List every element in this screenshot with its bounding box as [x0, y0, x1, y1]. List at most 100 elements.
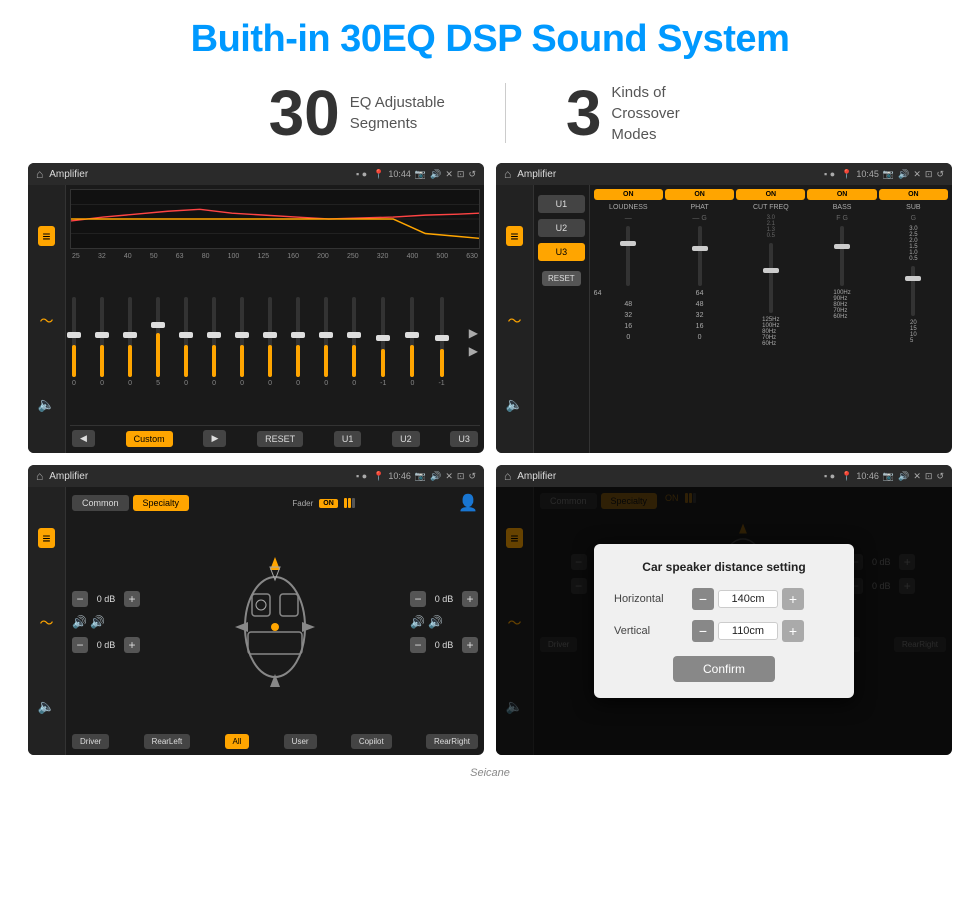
cutfreq-slider[interactable] — [769, 243, 773, 313]
specialty-tab[interactable]: Specialty — [133, 495, 190, 511]
time-2: 10:45 — [856, 169, 879, 179]
vol-rl-minus[interactable]: − — [72, 637, 88, 653]
location-icon-4: 📍 — [841, 471, 852, 482]
phat-slider[interactable] — [698, 226, 702, 286]
slider-3[interactable]: 0 — [128, 297, 132, 387]
u1-button[interactable]: U1 — [334, 431, 362, 447]
loudness-slider[interactable] — [626, 226, 630, 286]
wave-icon-3[interactable]: 〜 — [40, 613, 54, 633]
close-icon-3[interactable]: ✕ — [445, 471, 453, 482]
horizontal-plus[interactable]: + — [782, 588, 804, 610]
reset-button-2[interactable]: RESET — [542, 271, 581, 286]
loudness-on[interactable]: ON — [594, 189, 663, 200]
slider-9[interactable]: 0 — [296, 297, 300, 387]
eq-labels: 25 32 40 50 63 80 100 125 160 200 250 32… — [70, 253, 480, 260]
slider-1[interactable]: 0 — [72, 297, 76, 387]
eq-main: 25 32 40 50 63 80 100 125 160 200 250 32… — [66, 185, 484, 453]
back-icon-3[interactable]: ↺ — [468, 471, 476, 482]
camera-icon-2: 📷 — [883, 169, 894, 180]
sub-slider[interactable] — [911, 266, 915, 316]
phat-on[interactable]: ON — [665, 189, 734, 200]
play-button[interactable]: ▶ — [203, 430, 226, 447]
slider-2[interactable]: 0 — [100, 297, 104, 387]
slider-10[interactable]: 0 — [324, 297, 328, 387]
bass-slider[interactable] — [840, 226, 844, 286]
slider-8[interactable]: 0 — [268, 297, 272, 387]
copilot-btn[interactable]: Copilot — [351, 734, 392, 749]
driver-btn[interactable]: Driver — [72, 734, 109, 749]
eq-icon-2[interactable]: ≡ — [506, 226, 522, 246]
vol-fr-minus[interactable]: − — [410, 591, 426, 607]
slider-4[interactable]: 5 — [156, 297, 160, 387]
cutfreq-on[interactable]: ON — [736, 189, 805, 200]
sp-tabs: Common Specialty — [72, 495, 189, 511]
custom-button[interactable]: Custom — [126, 431, 173, 447]
bass-on[interactable]: ON — [807, 189, 876, 200]
fader-on-button[interactable]: ON — [319, 499, 338, 508]
vol-fr-plus[interactable]: + — [462, 591, 478, 607]
s3-icons: ▪ ● — [356, 471, 367, 481]
eq-icon[interactable]: ≡ — [38, 226, 54, 246]
vol-rl-plus[interactable]: + — [124, 637, 140, 653]
slider-13[interactable]: 0 — [410, 297, 414, 387]
back-icon-1[interactable]: ↺ — [468, 169, 476, 180]
close-icon-1[interactable]: ✕ — [445, 169, 453, 180]
confirm-button[interactable]: Confirm — [673, 656, 775, 682]
slider-5[interactable]: 0 — [184, 297, 188, 387]
slider-11[interactable]: 0 — [352, 297, 356, 387]
screen4-content: ≡ 〜 🔈 Common Specialty ON — [496, 487, 952, 755]
vertical-minus[interactable]: − — [692, 620, 714, 642]
volume-icon-3: 🔊 — [430, 471, 441, 482]
u3-preset[interactable]: U3 — [538, 243, 585, 261]
u2-button[interactable]: U2 — [392, 431, 420, 447]
close-icon-4[interactable]: ✕ — [913, 471, 921, 482]
screen1-title: Amplifier — [49, 169, 350, 180]
sp-top-row: Common Specialty Fader ON 👤 — [72, 493, 478, 513]
horizontal-minus[interactable]: − — [692, 588, 714, 610]
home-icon-2[interactable]: ⌂ — [504, 167, 511, 181]
back-icon-4[interactable]: ↺ — [936, 471, 944, 482]
home-icon-4[interactable]: ⌂ — [504, 469, 511, 483]
window-icon-4[interactable]: ⊡ — [925, 471, 933, 482]
slider-7[interactable]: 0 — [240, 297, 244, 387]
screen3-title: Amplifier — [49, 471, 350, 482]
rearleft-btn[interactable]: RearLeft — [144, 734, 191, 749]
u1-preset[interactable]: U1 — [538, 195, 585, 213]
cutfreq-label: CUT FREQ — [753, 204, 789, 211]
vol-rr-minus[interactable]: − — [410, 637, 426, 653]
speaker-icon-3[interactable]: 🔈 — [38, 698, 55, 715]
crossover-number: 3 — [566, 81, 602, 145]
u2-preset[interactable]: U2 — [538, 219, 585, 237]
back-icon-2[interactable]: ↺ — [936, 169, 944, 180]
eq-sliders: 0 0 0 5 0 — [70, 262, 480, 421]
close-icon-2[interactable]: ✕ — [913, 169, 921, 180]
speaker-icon-2[interactable]: 🔈 — [506, 396, 523, 413]
s1-menu-icon: ▪ ● — [356, 169, 367, 179]
eq-icon-3[interactable]: ≡ — [38, 528, 54, 548]
vertical-plus[interactable]: + — [782, 620, 804, 642]
wave-icon-2[interactable]: 〜 — [508, 311, 522, 331]
status-icons-1: 📍 10:44 📷 🔊 ✕ ⊡ ↺ — [373, 169, 476, 180]
vol-fl-minus[interactable]: − — [72, 591, 88, 607]
wave-icon[interactable]: 〜 — [40, 311, 54, 331]
window-icon-1[interactable]: ⊡ — [457, 169, 465, 180]
vol-rr-plus[interactable]: + — [462, 637, 478, 653]
prev-button[interactable]: ◀ — [72, 430, 95, 447]
common-tab[interactable]: Common — [72, 495, 129, 511]
slider-12[interactable]: -1 — [380, 297, 386, 387]
home-icon-1[interactable]: ⌂ — [36, 167, 43, 181]
u3-button[interactable]: U3 — [450, 431, 478, 447]
all-btn[interactable]: All — [225, 734, 250, 749]
eq-arrows[interactable]: ▶ ▶ — [469, 326, 478, 358]
slider-14[interactable]: -1 — [438, 297, 444, 387]
user-btn[interactable]: User — [284, 734, 317, 749]
reset-button-1[interactable]: RESET — [257, 431, 303, 447]
speaker-icon[interactable]: 🔈 — [38, 396, 55, 413]
sub-on[interactable]: ON — [879, 189, 948, 200]
slider-6[interactable]: 0 — [212, 297, 216, 387]
vol-fl-plus[interactable]: + — [124, 591, 140, 607]
window-icon-3[interactable]: ⊡ — [457, 471, 465, 482]
window-icon-2[interactable]: ⊡ — [925, 169, 933, 180]
rearright-btn[interactable]: RearRight — [426, 734, 478, 749]
home-icon-3[interactable]: ⌂ — [36, 469, 43, 483]
